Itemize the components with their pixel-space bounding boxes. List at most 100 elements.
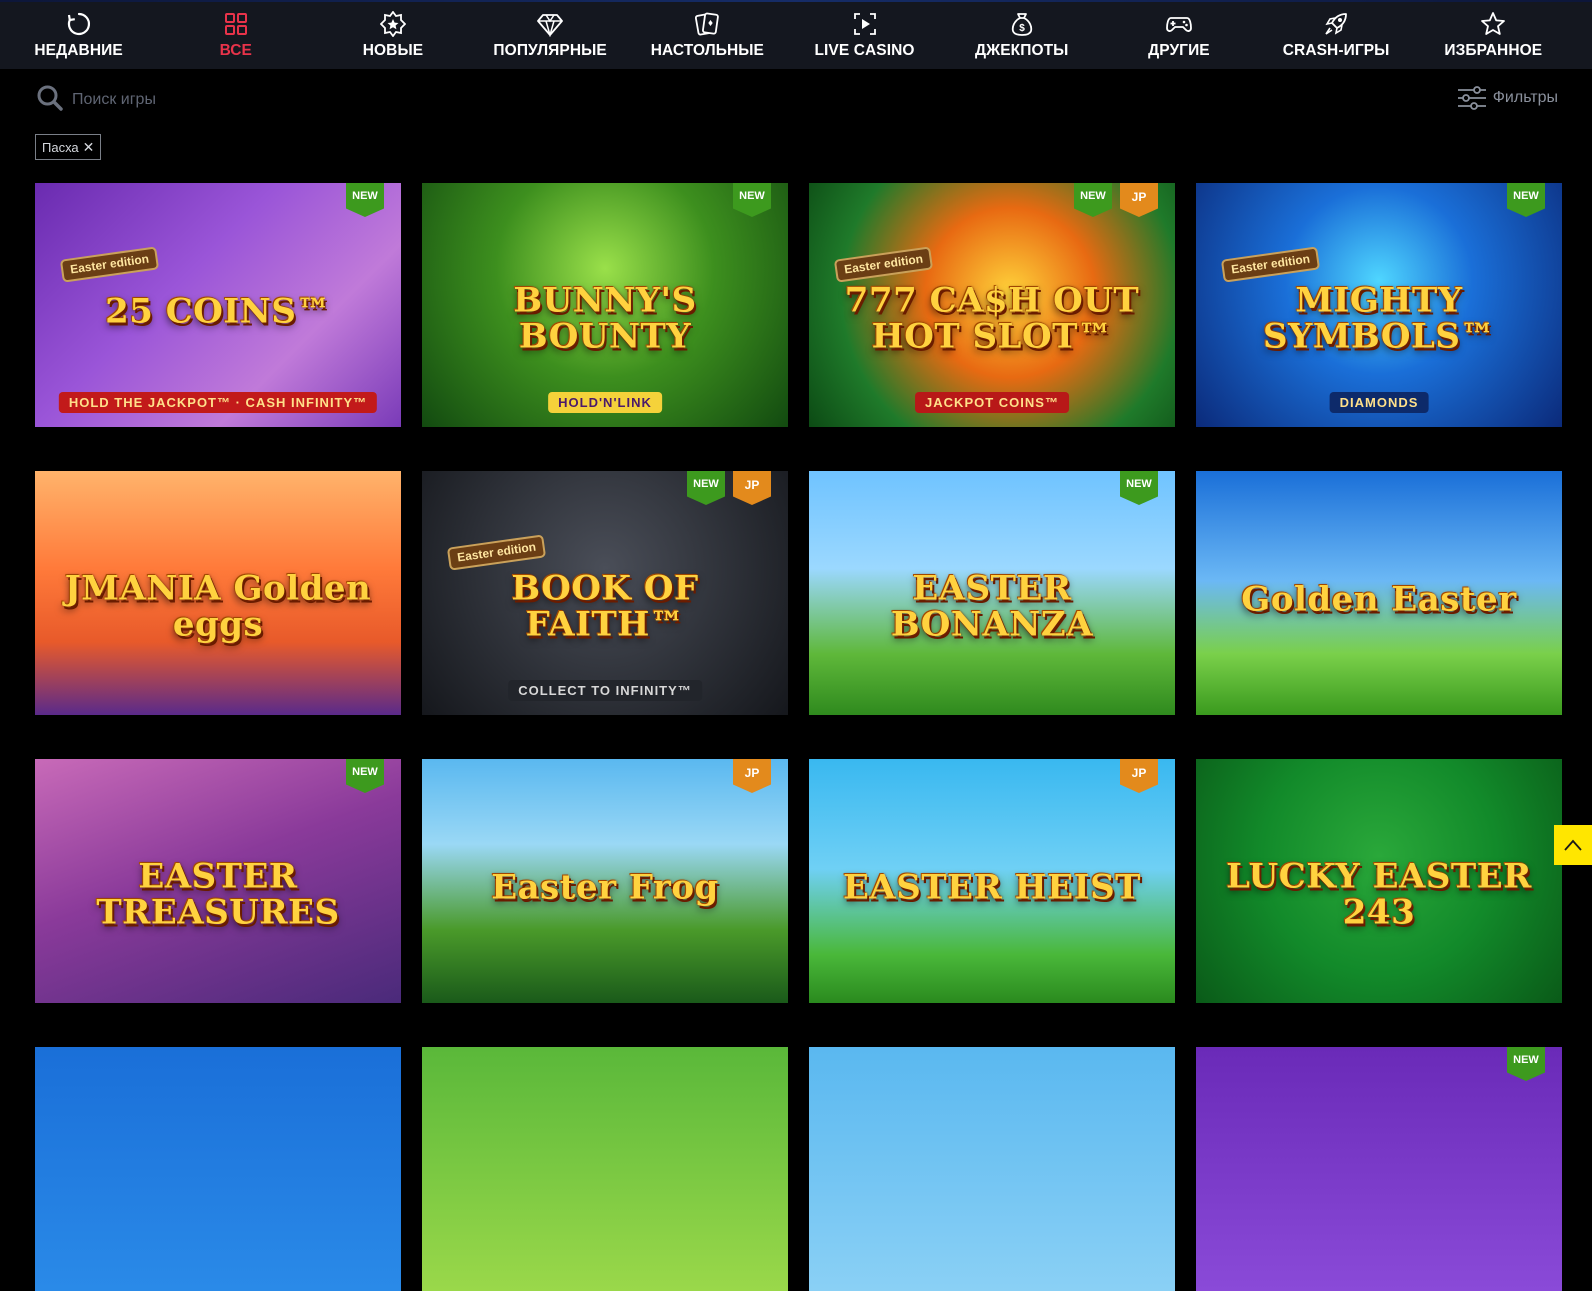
new-badge: NEW: [346, 183, 384, 217]
game-title: 25 COINS™: [105, 291, 331, 332]
tab-live[interactable]: LIVE CASINO: [786, 0, 943, 69]
game-card[interactable]: Easter edition MIGHTY SYMBOLS™ DIAMONDS NEW: [1196, 183, 1562, 427]
recent-icon: [66, 11, 92, 37]
search-input[interactable]: [70, 86, 474, 114]
game-card[interactable]: Easter edition 25 COINS™ HOLD THE JACKPOT™…: [35, 183, 401, 427]
tab-label: НЕДАВНИЕ: [34, 42, 123, 59]
jackpot-badge: JP: [733, 759, 771, 793]
tab-cards[interactable]: НАСТОЛЬНЫЕ: [629, 0, 786, 69]
search-row: Фильтры: [36, 84, 1558, 116]
game-title: EASTER BONANZA: [890, 568, 1094, 645]
tag-label: Пасха: [42, 139, 79, 155]
game-title: MIGHTY SYMBOLS™: [1263, 280, 1495, 357]
game-card[interactable]: Easter edition 777 CA$H OUT HOT SLOT™ JACK…: [809, 183, 1175, 427]
game-card[interactable]: EASTER HEIST JP: [809, 759, 1175, 1003]
game-card[interactable]: JMANIA Golden eggs: [35, 471, 401, 715]
category-nav: НЕДАВНИЕ ВСЕ НОВЫЕ ПОПУЛЯРНЫЕ НАСТОЛЬНЫЕ LIVE…: [0, 0, 1592, 69]
badge-group: NEW: [346, 183, 384, 217]
tab-label: ДРУГИЕ: [1148, 42, 1210, 59]
game-title: LUCKY EASTER 243: [1226, 856, 1532, 933]
game-card[interactable]: Easter edition BOOK OF FAITH™ COLLECT TO I…: [422, 471, 788, 715]
filters-button[interactable]: Фильтры: [1457, 84, 1558, 112]
badge-group: NEW JP: [687, 471, 771, 505]
tab-grid[interactable]: ВСЕ: [157, 0, 314, 69]
game-title: Golden Easter: [1241, 579, 1517, 620]
tab-label: CRASH-ИГРЫ: [1282, 42, 1390, 59]
tab-label: LIVE CASINO: [814, 42, 915, 59]
diamond-icon: [537, 11, 564, 37]
badge-group: NEW JP: [1074, 183, 1158, 217]
badge-group: NEW: [1507, 1047, 1545, 1081]
money-bag-icon: $: [1009, 11, 1035, 37]
game-card[interactable]: Easter Frog JP: [422, 759, 788, 1003]
new-badge: NEW: [1507, 183, 1545, 217]
jackpot-badge: JP: [1120, 183, 1158, 217]
game-card[interactable]: [422, 1047, 788, 1291]
live-icon: [852, 11, 878, 37]
jackpot-badge: JP: [733, 471, 771, 505]
tab-new-badge[interactable]: НОВЫЕ: [314, 0, 471, 69]
tab-money-bag[interactable]: $ ДЖЕКПОТЫ: [943, 0, 1100, 69]
game-title: BOOK OF FAITH™: [511, 568, 699, 645]
cards-icon: [694, 11, 720, 37]
game-title: EASTER HEIST: [843, 867, 1141, 908]
rocket-icon: [1323, 11, 1349, 37]
badge-group: JP: [1120, 759, 1158, 793]
gamepad-icon: [1166, 11, 1192, 37]
scroll-to-top-button[interactable]: [1554, 825, 1592, 865]
game-subtitle: COLLECT TO INFINITY™: [508, 680, 702, 701]
game-title: BUNNY'S BOUNTY: [513, 280, 697, 357]
star-icon: [1480, 11, 1506, 37]
game-card[interactable]: EASTER TREASURES NEW: [35, 759, 401, 1003]
badge-group: NEW: [346, 759, 384, 793]
game-card[interactable]: Golden Easter: [1196, 471, 1562, 715]
game-subtitle: HOLD'N'LINK: [548, 392, 662, 413]
jackpot-badge: JP: [1120, 759, 1158, 793]
game-card[interactable]: [809, 1047, 1175, 1291]
new-badge: NEW: [1120, 471, 1158, 505]
edition-label: Easter edition: [446, 534, 547, 571]
tab-label: НАСТОЛЬНЫЕ: [650, 42, 764, 59]
close-icon[interactable]: ✕: [83, 140, 95, 154]
badge-group: NEW: [1507, 183, 1545, 217]
new-badge: NEW: [346, 759, 384, 793]
new-badge: NEW: [687, 471, 725, 505]
tab-label: ПОПУЛЯРНЫЕ: [493, 42, 607, 59]
tab-rocket[interactable]: CRASH-ИГРЫ: [1258, 0, 1415, 69]
tab-recent[interactable]: НЕДАВНИЕ: [0, 0, 157, 69]
game-title: 777 CA$H OUT HOT SLOT™: [844, 280, 1140, 357]
edition-label: Easter edition: [59, 246, 160, 283]
filters-icon: [1457, 86, 1486, 110]
new-badge-icon: [379, 11, 406, 37]
search-icon: [37, 85, 63, 111]
grid-icon: [223, 11, 249, 37]
game-card[interactable]: BUNNY'S BOUNTY HOLD'N'LINK NEW: [422, 183, 788, 427]
edition-label: Easter edition: [833, 246, 934, 283]
game-title: EASTER TREASURES: [96, 856, 340, 933]
game-card[interactable]: LUCKY EASTER 243: [1196, 759, 1562, 1003]
badge-group: NEW: [1120, 471, 1158, 505]
game-card[interactable]: [35, 1047, 401, 1291]
chevron-up-icon: [1564, 839, 1582, 851]
tab-label: НОВЫЕ: [362, 42, 424, 59]
game-card[interactable]: NEW: [1196, 1047, 1562, 1291]
tab-label: ВСЕ: [219, 42, 252, 59]
badge-group: NEW: [733, 183, 771, 217]
game-subtitle: DIAMONDS: [1329, 392, 1429, 413]
new-badge: NEW: [733, 183, 771, 217]
game-card[interactable]: EASTER BONANZA NEW: [809, 471, 1175, 715]
svg-text:$: $: [1019, 23, 1025, 34]
tab-gamepad[interactable]: ДРУГИЕ: [1100, 0, 1257, 69]
game-title: Easter Frog: [491, 867, 719, 908]
badge-group: JP: [733, 759, 771, 793]
tab-diamond[interactable]: ПОПУЛЯРНЫЕ: [472, 0, 629, 69]
filters-label: Фильтры: [1492, 89, 1558, 106]
new-badge: NEW: [1507, 1047, 1545, 1081]
new-badge: NEW: [1074, 183, 1112, 217]
edition-label: Easter edition: [1220, 246, 1321, 283]
game-subtitle: JACKPOT COINS™: [915, 392, 1069, 413]
tab-star[interactable]: ИЗБРАННОЕ: [1415, 0, 1572, 69]
tab-label: ДЖЕКПОТЫ: [974, 42, 1069, 59]
game-subtitle: HOLD THE JACKPOT™ · CASH INFINITY™: [58, 392, 378, 413]
active-tag-chip[interactable]: Пасха ✕: [35, 134, 102, 160]
